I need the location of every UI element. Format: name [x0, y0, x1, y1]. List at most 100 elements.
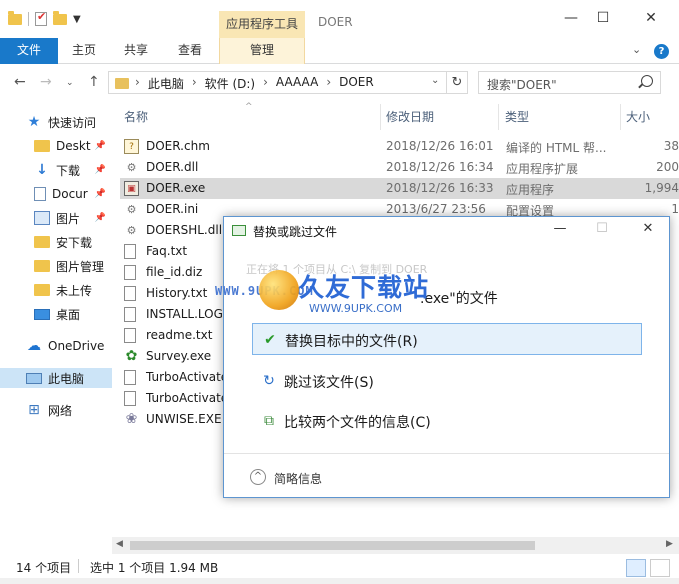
nav-label: Deskt [56, 139, 91, 153]
column-divider[interactable] [620, 104, 621, 130]
chevron-right-icon: › [135, 75, 140, 89]
file-name: History.txt [146, 286, 208, 300]
chm-icon: ? [124, 139, 139, 154]
nav-pictures[interactable]: 图片 📌 [0, 208, 112, 228]
horizontal-scrollbar[interactable]: ◀ ▶ [112, 537, 679, 554]
refresh-icon[interactable]: ↻ [446, 72, 467, 93]
file-name: DOER.chm [146, 139, 210, 153]
nav-label: 图片管理 [56, 259, 105, 274]
address-bar[interactable]: › 此电脑 › 软件 (D:) › AAAAA › DOER ⌄ ↻ [108, 71, 468, 94]
txt-icon [124, 286, 136, 301]
check-icon: ✔ [264, 332, 276, 348]
column-header-type[interactable]: 类型 [505, 108, 529, 125]
search-input[interactable]: 搜索"DOER" [478, 71, 661, 94]
file-row[interactable]: ? DOER.chm 2018/12/26 16:01 编译的 HTML 帮..… [120, 136, 679, 157]
breadcrumb: › 此电脑 › 软件 (D:) › AAAAA › DOER [135, 75, 374, 92]
address-dropdown-icon[interactable]: ⌄ [431, 75, 439, 86]
copy-icon [232, 225, 246, 236]
option-label: 比较两个文件的信息(C) [284, 415, 431, 431]
chevron-up-icon[interactable]: ^ [250, 469, 266, 485]
file-name: INSTALL.LOG [146, 307, 223, 321]
properties-icon[interactable] [35, 10, 47, 26]
file-size: 1 [671, 202, 679, 216]
nav-desktop-cn[interactable]: 桌面 [0, 304, 112, 324]
breadcrumb-drive[interactable]: 软件 (D:) [205, 75, 255, 92]
breadcrumb-doer[interactable]: DOER [339, 75, 374, 92]
nav-label: 下载 [56, 163, 81, 178]
nav-folder-picture-manage[interactable]: 图片管理 [0, 256, 112, 276]
desktop-icon [34, 308, 50, 320]
nav-downloads[interactable]: ↓ 下载 📌 [0, 160, 112, 180]
column-divider[interactable] [380, 104, 381, 130]
compare-option[interactable]: ⧉ 比较两个文件的信息(C) [252, 405, 642, 437]
column-header-date[interactable]: 修改日期 [386, 108, 434, 125]
dll-icon: ⚙ [126, 224, 137, 237]
dialog-close-button[interactable]: ✕ [638, 221, 658, 236]
nav-folder-anxiazai[interactable]: 安下载 [0, 232, 112, 252]
file-date: 2018/12/26 16:01 [386, 139, 494, 153]
nav-this-pc[interactable]: 此电脑 [0, 368, 112, 388]
file-row-selected[interactable]: ▣ DOER.exe 2018/12/26 16:33 应用程序 1,994 [120, 178, 679, 199]
fewer-details-link[interactable]: 简略信息 [274, 470, 322, 487]
search-placeholder: 搜索"DOER" [487, 78, 557, 92]
scrollbar-thumb[interactable] [130, 541, 535, 550]
txt-icon [124, 328, 136, 343]
download-icon: ↓ [36, 162, 48, 178]
tab-manage[interactable]: 管理 [219, 38, 305, 64]
picture-icon [34, 211, 50, 225]
minimize-button[interactable]: — [556, 10, 586, 26]
tab-file[interactable]: 文件 [0, 38, 58, 64]
file-row[interactable]: ⚙ DOER.dll 2018/12/26 16:34 应用程序扩展 200 [120, 157, 679, 178]
file-name: DOERSHL.dll [146, 223, 223, 237]
nav-onedrive[interactable]: ☁ OneDrive [0, 336, 112, 356]
nav-quick-access[interactable]: ★ 快速访问 [0, 112, 112, 132]
chevron-right-icon: › [326, 75, 332, 89]
breadcrumb-aaaaa[interactable]: AAAAA [276, 75, 318, 92]
nav-label: 桌面 [56, 307, 81, 322]
folder-icon [34, 140, 50, 152]
dialog-maximize-button[interactable]: ☐ [592, 221, 612, 236]
column-header-name[interactable]: 名称 [124, 108, 148, 125]
file-name: file_id.diz [146, 265, 203, 279]
tab-home[interactable]: 主页 [72, 38, 96, 64]
skip-option[interactable]: ↻ 跳过该文件(S) [252, 365, 642, 397]
back-icon[interactable]: ← [14, 74, 26, 90]
nav-label: 未上传 [56, 283, 93, 298]
tab-share[interactable]: 共享 [124, 38, 148, 64]
column-header-size[interactable]: 大小 [626, 108, 650, 125]
nav-documents[interactable]: Docur 📌 [0, 184, 112, 204]
large-icons-view-icon[interactable] [650, 559, 670, 577]
expand-ribbon-icon[interactable]: ⌄ [632, 43, 641, 56]
maximize-button[interactable]: ☐ [588, 10, 618, 26]
column-divider[interactable] [498, 104, 499, 130]
help-icon[interactable]: ? [654, 44, 669, 59]
survey-icon: ✿ [125, 348, 138, 364]
customize-toolbar-icon[interactable]: ▼ [73, 14, 81, 25]
folder-icon[interactable] [8, 10, 22, 25]
file-name: TurboActivate [146, 370, 229, 384]
option-label: 跳过该文件(S) [284, 375, 374, 391]
details-view-icon[interactable] [626, 559, 646, 577]
file-date: 2018/12/26 16:33 [386, 181, 494, 195]
scroll-left-icon[interactable]: ◀ [116, 539, 123, 549]
forward-icon[interactable]: → [40, 74, 52, 90]
pin-icon: 📌 [94, 189, 106, 199]
file-name: TurboActivate [146, 391, 229, 405]
ini-icon: ⚙ [126, 203, 137, 216]
dialog-minimize-button[interactable]: — [550, 221, 570, 236]
file-size: 1,994 [644, 181, 679, 195]
item-count: 14 个项目 [16, 561, 72, 575]
tab-view[interactable]: 查看 [178, 38, 202, 64]
close-button[interactable]: ✕ [636, 10, 666, 26]
up-icon[interactable]: ↑ [88, 74, 100, 90]
search-icon[interactable] [641, 75, 653, 87]
recent-locations-icon[interactable]: ⌄ [66, 78, 74, 88]
nav-desktop[interactable]: Deskt 📌 [0, 136, 112, 156]
new-folder-icon[interactable] [53, 10, 67, 25]
breadcrumb-this-pc[interactable]: 此电脑 [148, 75, 184, 92]
nav-label: OneDrive [48, 339, 105, 353]
nav-network[interactable]: ⊞ 网络 [0, 400, 112, 420]
nav-folder-not-uploaded[interactable]: 未上传 [0, 280, 112, 300]
pin-icon: 📌 [94, 165, 106, 175]
scroll-right-icon[interactable]: ▶ [666, 539, 673, 549]
